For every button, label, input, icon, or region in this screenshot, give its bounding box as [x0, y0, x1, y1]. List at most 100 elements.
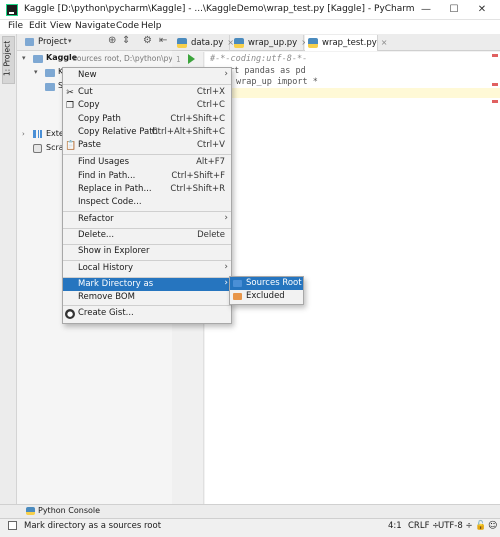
project-view-icon — [25, 38, 34, 46]
python-file-icon — [177, 38, 187, 48]
close-button[interactable]: ✕ — [468, 2, 496, 18]
copy-icon: ❐ — [65, 101, 75, 111]
project-view-selector[interactable]: Project — [38, 37, 67, 47]
minimize-button[interactable]: — — [412, 2, 440, 18]
locate-icon[interactable]: ⊕ — [108, 35, 116, 46]
menu-separator — [63, 211, 231, 212]
tab-label: wrap_test.py — [322, 38, 377, 48]
menu-item-shortcut: Ctrl+Shift+C — [170, 114, 225, 124]
ctx-local-history[interactable]: Local History › — [63, 262, 231, 275]
menu-item-label: Paste — [78, 140, 101, 150]
submenu-excluded[interactable]: Excluded — [230, 290, 303, 303]
ctx-create-gist[interactable]: ● Create Gist... — [63, 307, 231, 320]
code-line: rt pandas as pd — [229, 66, 306, 76]
ctx-copy-relative-path[interactable]: Copy Relative Path Ctrl+Alt+Shift+C — [63, 126, 231, 139]
ctx-refactor[interactable]: Refactor › — [63, 213, 231, 226]
tab-wrap-up-py[interactable]: wrap_up.py× — [231, 35, 308, 51]
menu-file[interactable]: File — [8, 21, 23, 31]
excluded-folder-icon — [233, 293, 242, 300]
expand-arrow-icon[interactable]: ▾ — [22, 54, 26, 62]
error-stripe-marker[interactable] — [492, 54, 498, 57]
left-tool-stripe — [0, 34, 17, 504]
ctx-delete[interactable]: Delete... Delete — [63, 229, 231, 242]
run-icon[interactable] — [188, 54, 195, 64]
menu-item-shortcut: Ctrl+X — [196, 87, 225, 97]
line-separator-selector[interactable]: CRLF ÷ — [408, 521, 439, 531]
menu-item-shortcut: Ctrl+V — [196, 140, 225, 150]
ctx-copy-path[interactable]: Copy Path Ctrl+Shift+C — [63, 113, 231, 126]
tab-data-py[interactable]: data.py × — [174, 35, 234, 51]
python-console-button[interactable]: Python Console — [38, 506, 100, 515]
libraries-icon — [33, 130, 42, 138]
submenu-arrow-icon: › — [224, 213, 228, 223]
ctx-find-in-path[interactable]: Find in Path... Ctrl+Shift+F — [63, 170, 231, 183]
menu-item-label: Show in Explorer — [78, 246, 150, 256]
menu-separator — [63, 305, 231, 306]
menu-item-label: Cut — [78, 87, 93, 97]
lock-icon[interactable]: 🔓 — [475, 521, 486, 531]
expand-arrow-icon[interactable]: ▾ — [34, 68, 38, 76]
menu-item-label: Refactor — [78, 214, 114, 224]
menu-item-label: Remove BOM — [78, 292, 135, 302]
menu-help[interactable]: Help — [141, 21, 162, 31]
gear-icon[interactable]: ⚙ — [143, 35, 152, 46]
collapse-all-icon[interactable]: ⇕ — [122, 35, 130, 46]
ctx-remove-bom[interactable]: Remove BOM — [63, 291, 231, 304]
menu-item-shortcut: Alt+F7 — [196, 157, 225, 167]
window-title: Kaggle [D:\python\pycharm\Kaggle] - ...\… — [24, 4, 415, 14]
error-stripe-marker[interactable] — [492, 100, 498, 103]
caret-position[interactable]: 4:1 — [388, 521, 402, 531]
tab-wrap-test-py[interactable]: wrap_test.py × — [305, 35, 387, 51]
ctx-copy[interactable]: ❐ Copy Ctrl+C — [63, 99, 231, 112]
menu-item-shortcut: Delete — [197, 230, 225, 240]
collapse-arrow-icon[interactable]: › — [22, 130, 25, 138]
menu-item-shortcut: Ctrl+Shift+R — [170, 184, 225, 194]
encoding-selector[interactable]: UTF-8 ÷ — [438, 521, 473, 531]
ctx-paste[interactable]: 📋 Paste Ctrl+V — [63, 139, 231, 152]
hide-panel-icon[interactable]: ⇤ — [159, 35, 167, 46]
menu-item-label: Find in Path... — [78, 171, 136, 181]
ctx-new[interactable]: New › — [63, 69, 231, 82]
menu-view[interactable]: View — [50, 21, 71, 31]
submenu-sources-root[interactable]: Sources Root — [230, 277, 303, 290]
menu-item-label: Mark Directory as — [78, 279, 154, 289]
tab-label: wrap_up.py — [248, 38, 298, 48]
error-stripe-marker[interactable] — [492, 83, 498, 86]
python-file-icon — [308, 38, 318, 48]
line-number: 1 — [176, 55, 181, 64]
menu-item-shortcut: Ctrl+Shift+F — [171, 171, 225, 181]
menu-item-shortcut: Ctrl+Alt+Shift+C — [151, 127, 225, 137]
ctx-mark-directory-as[interactable]: Mark Directory as › — [63, 278, 231, 291]
ctx-show-in-explorer[interactable]: Show in Explorer — [63, 245, 231, 258]
inspector-icon[interactable]: ☺ — [488, 521, 497, 531]
menu-code[interactable]: Code — [116, 21, 139, 31]
menu-item-label: New — [78, 70, 97, 80]
status-message: Mark directory as a sources root — [24, 521, 162, 531]
sources-root-folder-icon — [233, 280, 242, 287]
close-tab-icon[interactable]: × — [381, 38, 388, 47]
menu-item-label: Copy — [78, 100, 100, 110]
maximize-button[interactable]: ☐ — [440, 2, 468, 18]
github-icon: ● — [65, 309, 75, 319]
menu-separator — [63, 154, 231, 155]
code-line: #-*-coding:utf-8-*- — [210, 54, 308, 64]
menu-item-label: Find Usages — [78, 157, 130, 167]
ctx-replace-in-path[interactable]: Replace in Path... Ctrl+Shift+R — [63, 183, 231, 196]
menu-item-label: Local History — [78, 263, 133, 273]
folder-icon — [45, 69, 55, 77]
folder-icon — [45, 83, 55, 91]
ctx-find-usages[interactable]: Find Usages Alt+F7 — [63, 156, 231, 169]
current-line-highlight — [205, 88, 500, 98]
python-console-icon — [26, 507, 35, 515]
menu-navigate[interactable]: Navigate — [75, 21, 115, 31]
chevron-down-icon[interactable]: ▾ — [68, 37, 72, 45]
menu-edit[interactable]: Edit — [29, 21, 46, 31]
menu-item-label: Copy Relative Path — [78, 127, 158, 137]
project-tool-window-label: 1: Project — [2, 40, 12, 77]
ctx-inspect-code[interactable]: Inspect Code... — [63, 196, 231, 209]
tool-windows-icon[interactable] — [8, 521, 17, 530]
folder-icon — [33, 55, 43, 63]
menu-item-label: Sources Root — [246, 278, 302, 288]
menu-item-label: Inspect Code... — [78, 197, 142, 207]
ctx-cut[interactable]: ✂ Cut Ctrl+X — [63, 86, 231, 99]
